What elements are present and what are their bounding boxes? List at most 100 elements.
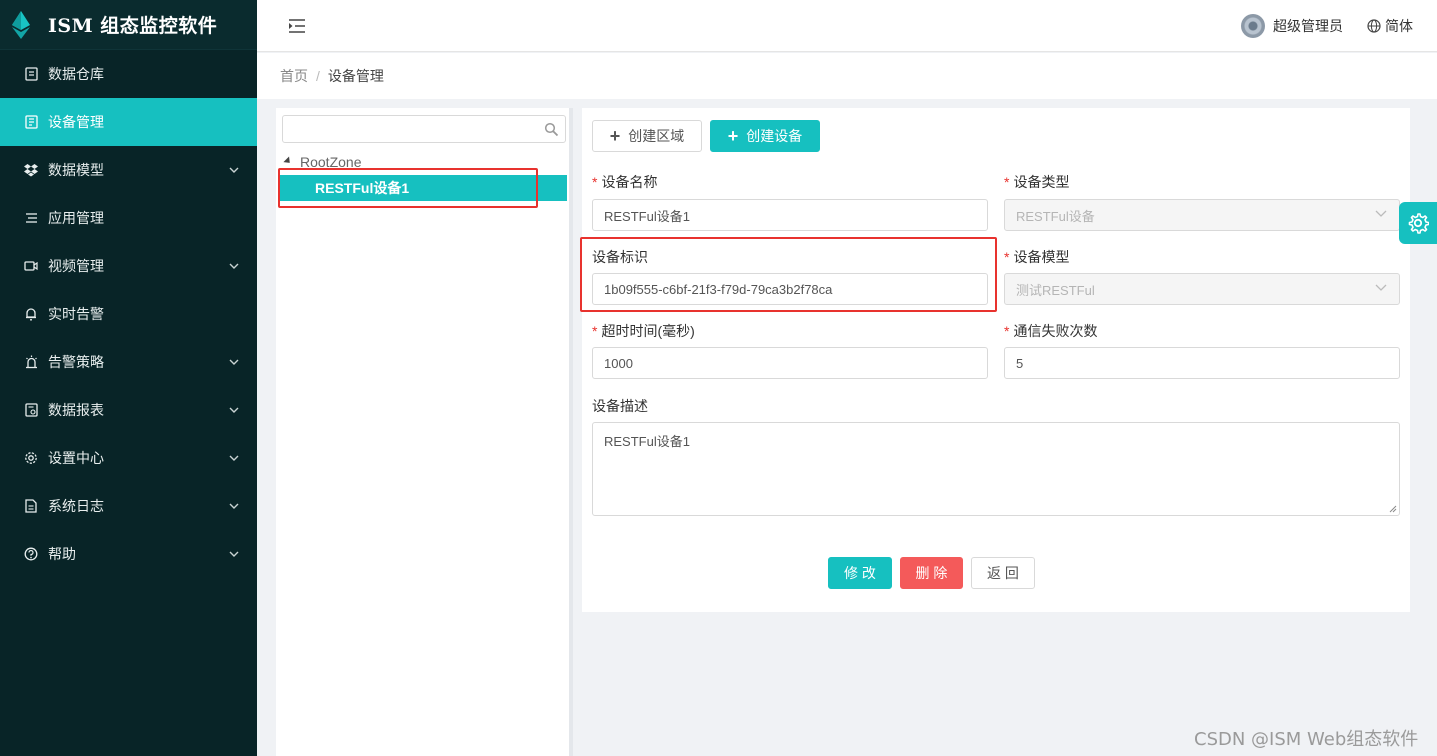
sidebar-item-label: 应用管理 <box>48 210 104 226</box>
device-name-label-text: 设备名称 <box>601 174 658 190</box>
sidebar-item-label: 设置中心 <box>48 450 104 466</box>
tree-search <box>282 115 566 143</box>
language-label: 简体 <box>1385 17 1413 34</box>
sidebar-item-device-management[interactable]: 设备管理 <box>0 98 257 146</box>
chevron-down-icon <box>229 501 239 511</box>
tree-search-input[interactable] <box>283 116 565 142</box>
required-mark: * <box>1004 174 1010 190</box>
breadcrumb-separator: / <box>316 68 320 84</box>
menu-fold-button[interactable] <box>285 14 309 38</box>
language-switch[interactable]: 简体 <box>1367 16 1413 36</box>
fail-count-input[interactable]: 5 <box>1004 347 1400 379</box>
timeout-input[interactable]: 1000 <box>592 347 988 379</box>
chevron-down-icon <box>1375 210 1387 217</box>
device-icon <box>24 115 38 129</box>
theme-settings-button[interactable] <box>1399 202 1437 244</box>
sidebar-item-label: 帮助 <box>48 546 76 562</box>
menu-fold-icon <box>289 18 305 33</box>
sidebar-item-label: 告警策略 <box>48 354 104 370</box>
sidebar-item-label: 设备管理 <box>48 114 104 130</box>
app-title: ISM 组态监控软件 <box>48 15 218 37</box>
back-label: 返 回 <box>987 565 1019 581</box>
header-right: 超级管理员 简体 <box>1241 13 1437 38</box>
sidebar-item-data-report[interactable]: 数据报表 <box>0 386 257 434</box>
user-name[interactable]: 超级管理员 <box>1273 16 1343 36</box>
sidebar: ISM 组态监控软件 数据仓库 设备管理 数据模型 应用管理 视频管理 实时告警… <box>0 0 257 756</box>
device-model-label: * 设备模型 <box>1004 247 1069 267</box>
device-name-input[interactable]: RESTFul设备1 <box>592 199 988 231</box>
back-button[interactable]: 返 回 <box>971 557 1035 589</box>
tree-expand-icon[interactable] <box>283 155 293 166</box>
chevron-down-icon <box>1375 284 1387 291</box>
required-mark: * <box>592 174 598 190</box>
gear-icon <box>24 451 38 465</box>
sidebar-item-system-log[interactable]: 系统日志 <box>0 482 257 530</box>
resize-grip-icon[interactable] <box>1389 505 1397 513</box>
timeout-label: * 超时时间(毫秒) <box>592 321 695 341</box>
alarm-lamp-icon <box>24 355 38 369</box>
sidebar-item-video-management[interactable]: 视频管理 <box>0 242 257 290</box>
timeout-value: 1000 <box>604 355 633 371</box>
device-id-label: 设备标识 <box>592 247 648 267</box>
search-icon[interactable] <box>544 122 559 137</box>
bell-icon <box>24 307 38 321</box>
create-zone-label: 创建区域 <box>628 128 685 144</box>
video-icon <box>24 259 38 273</box>
create-device-button[interactable]: + 创建设备 <box>710 120 820 152</box>
sidebar-item-app-management[interactable]: 应用管理 <box>0 194 257 242</box>
device-type-label: * 设备类型 <box>1004 172 1069 192</box>
breadcrumb-home[interactable]: 首页 <box>280 66 308 86</box>
delete-label: 删 除 <box>915 565 948 581</box>
description-label-text: 设备描述 <box>592 398 648 414</box>
chevron-down-icon <box>229 165 239 175</box>
sidebar-item-data-warehouse[interactable]: 数据仓库 <box>0 50 257 98</box>
tree-node-label: RootZone <box>300 154 362 170</box>
sidebar-item-data-model[interactable]: 数据模型 <box>0 146 257 194</box>
description-value: RESTFul设备1 <box>604 434 690 449</box>
modify-button[interactable]: 修 改 <box>828 557 892 589</box>
device-id-input[interactable]: 1b09f555-c6bf-21f3-f79d-79ca3b2f78ca <box>592 273 988 305</box>
description-textarea[interactable]: RESTFul设备1 <box>592 422 1400 516</box>
top-header: 超级管理员 简体 <box>257 0 1437 52</box>
dropbox-icon <box>24 163 38 177</box>
sidebar-item-label: 系统日志 <box>48 498 104 514</box>
required-mark: * <box>1004 323 1010 339</box>
device-model-label-text: 设备模型 <box>1013 249 1070 265</box>
avatar[interactable] <box>1241 13 1265 38</box>
device-id-label-text: 设备标识 <box>592 249 648 265</box>
sidebar-item-settings-center[interactable]: 设置中心 <box>0 434 257 482</box>
sidebar-item-label: 数据报表 <box>48 402 104 418</box>
plus-icon: + <box>727 126 739 146</box>
device-form-panel: + 创建区域 + 创建设备 * 设备名称 RESTFul设备1 * 设备类型 RES… <box>582 108 1410 612</box>
tree-node-selected[interactable]: RESTFul设备1 <box>279 175 567 201</box>
watermark: CSDN @ISM Web组态软件 <box>1194 729 1419 750</box>
fail-count-value: 5 <box>1016 355 1024 371</box>
report-icon <box>24 403 38 417</box>
device-type-select[interactable]: RESTFul设备 <box>1004 199 1400 231</box>
description-label: 设备描述 <box>592 396 648 416</box>
chevron-down-icon <box>229 357 239 367</box>
device-model-select[interactable]: 测试RESTFul <box>1004 273 1400 305</box>
delete-button[interactable]: 删 除 <box>900 557 963 589</box>
sidebar-item-label: 实时告警 <box>48 306 104 322</box>
plus-icon: + <box>609 126 621 146</box>
breadcrumb: 首页 / 设备管理 <box>257 53 1437 99</box>
create-device-label: 创建设备 <box>746 128 803 144</box>
list-icon <box>24 211 38 225</box>
create-zone-button[interactable]: + 创建区域 <box>592 120 702 152</box>
timeout-label-text: 超时时间(毫秒) <box>601 323 695 339</box>
tree-node-root[interactable]: RootZone <box>283 154 362 170</box>
modify-label: 修 改 <box>844 565 876 581</box>
sidebar-item-realtime-alarm[interactable]: 实时告警 <box>0 290 257 338</box>
device-name-label: * 设备名称 <box>592 172 657 192</box>
fail-count-label-text: 通信失败次数 <box>1013 323 1098 339</box>
app-logo[interactable]: ISM 组态监控软件 <box>0 0 257 50</box>
help-icon <box>24 547 38 561</box>
database-icon <box>24 67 38 81</box>
sidebar-item-help[interactable]: 帮助 <box>0 530 257 578</box>
sidebar-item-alarm-policy[interactable]: 告警策略 <box>0 338 257 386</box>
required-mark: * <box>1004 249 1010 265</box>
sidebar-item-label: 数据仓库 <box>48 66 104 82</box>
device-name-value: RESTFul设备1 <box>604 208 690 224</box>
chevron-down-icon <box>229 453 239 463</box>
